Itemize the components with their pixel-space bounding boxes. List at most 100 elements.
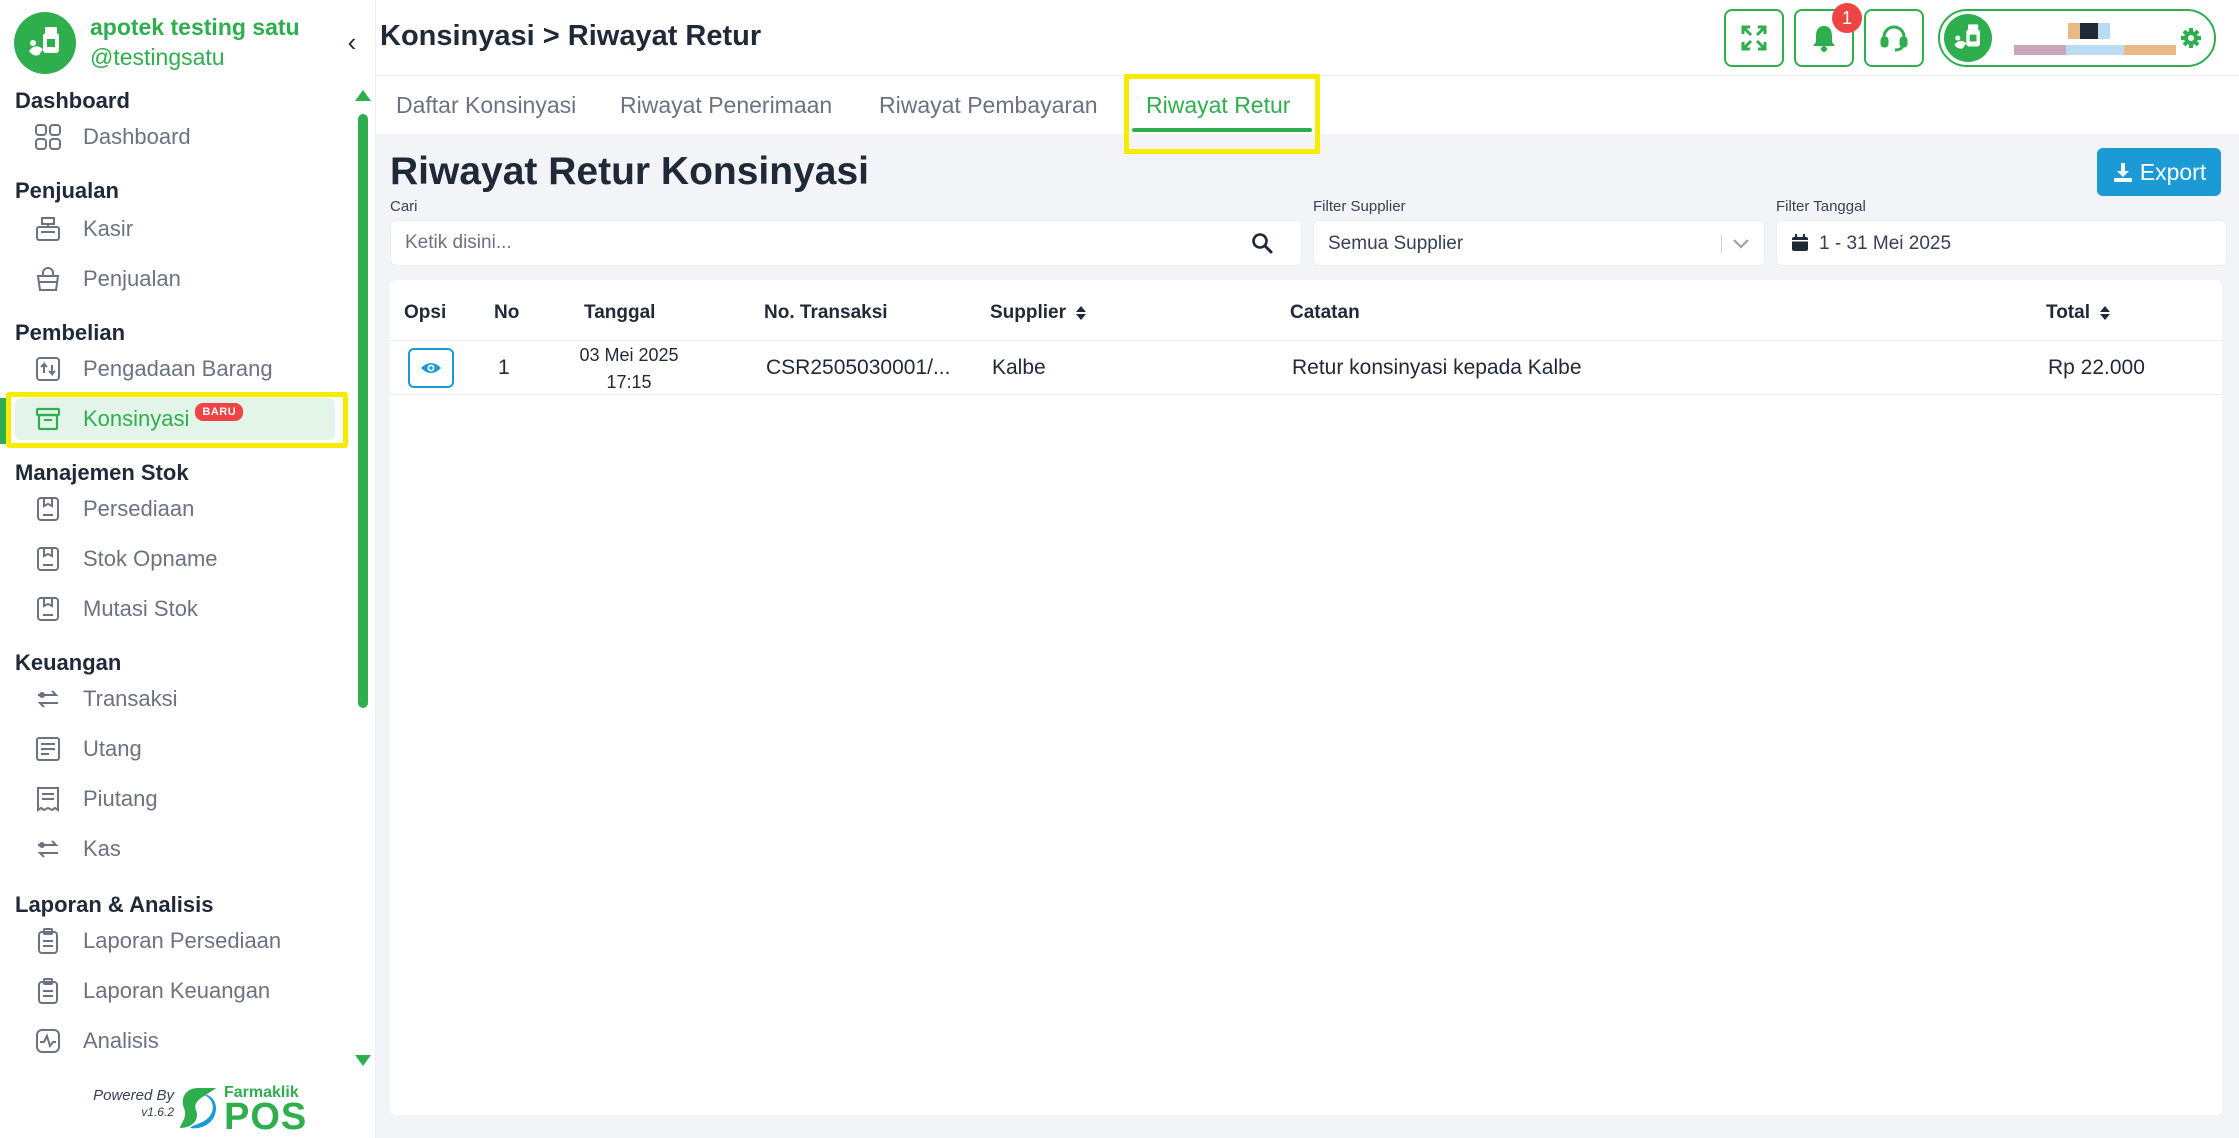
- sort-icon[interactable]: [1076, 306, 1087, 320]
- collapse-sidebar-button[interactable]: ‹: [340, 28, 364, 56]
- section-keuangan: Keuangan: [15, 650, 122, 675]
- store-handle: @testingsatu: [90, 44, 225, 70]
- app-version: v1.6.2: [141, 1105, 174, 1119]
- search-field: [390, 220, 1302, 266]
- cash-register-icon: [33, 214, 63, 244]
- notification-count-badge: 1: [1832, 3, 1862, 33]
- tab-riwayat-penerimaan[interactable]: Riwayat Penerimaan: [620, 92, 832, 119]
- column-header-supplier[interactable]: Supplier: [990, 302, 1087, 324]
- sidebar-item-stok-opname[interactable]: Stok Opname: [15, 538, 335, 580]
- powered-by: Powered By v1.6.2: [74, 1088, 174, 1120]
- view-detail-button[interactable]: [408, 348, 454, 388]
- supplier-filter-label: Filter Supplier: [1313, 198, 1406, 215]
- column-header-catatan: Catatan: [1290, 302, 1360, 323]
- stock-icon: [33, 544, 63, 574]
- sidebar-item-label: Piutang: [83, 786, 158, 811]
- sidebar-item-dashboard[interactable]: Dashboard: [15, 116, 335, 158]
- header-divider: [390, 340, 2222, 341]
- sidebar-item-mutasi-stok[interactable]: Mutasi Stok: [15, 588, 335, 630]
- download-icon: [2113, 163, 2132, 182]
- basket-icon: [33, 264, 63, 294]
- sidebar: apotek testing satu @testingsatu ‹ Dashb…: [0, 0, 376, 1138]
- column-header-no: No: [494, 302, 520, 323]
- sidebar-item-utang[interactable]: Utang: [15, 728, 335, 770]
- sidebar-item-kasir[interactable]: Kasir: [15, 208, 335, 250]
- section-laporan-analisis: Laporan & Analisis: [15, 892, 214, 917]
- pos-wordmark: POS: [224, 1096, 308, 1138]
- row-divider: [390, 394, 2222, 395]
- scroll-up-arrow-icon[interactable]: [355, 90, 371, 101]
- row-date: 03 Mei 2025: [579, 345, 679, 365]
- stock-icon: [33, 594, 63, 624]
- powered-by-label: Powered By: [93, 1087, 174, 1104]
- sidebar-item-label: Utang: [83, 736, 142, 761]
- procurement-icon: [33, 354, 63, 384]
- row-transaction-no[interactable]: CSR2505030001/...: [766, 356, 950, 380]
- sidebar-item-kas[interactable]: Kas: [15, 828, 335, 870]
- section-dashboard: Dashboard: [15, 88, 130, 113]
- row-supplier: Kalbe: [992, 356, 1046, 379]
- tab-daftar-konsinyasi[interactable]: Daftar Konsinyasi: [396, 92, 576, 119]
- sidebar-item-label: Kas: [83, 836, 121, 861]
- bell-icon: [1813, 26, 1835, 52]
- export-button[interactable]: Export: [2097, 148, 2221, 196]
- section-title: Riwayat Retur Konsinyasi: [390, 150, 869, 193]
- sidebar-item-persediaan[interactable]: Persediaan: [15, 488, 335, 530]
- date-filter-input[interactable]: 1 - 31 Mei 2025: [1776, 220, 2227, 266]
- sidebar-item-label: Analisis: [83, 1028, 159, 1053]
- sort-icon[interactable]: [2099, 306, 2110, 320]
- supplier-filter-select[interactable]: Semua Supplier: [1313, 220, 1765, 266]
- avatar: [1944, 14, 1992, 62]
- sidebar-item-pengadaan-barang[interactable]: Pengadaan Barang: [15, 348, 335, 390]
- farmaklik-logo: Farmaklik POS: [176, 1082, 306, 1138]
- sidebar-item-laporan-keuangan[interactable]: Laporan Keuangan: [15, 970, 335, 1012]
- column-header-opsi: Opsi: [404, 302, 447, 323]
- search-input[interactable]: [391, 221, 1301, 265]
- sidebar-item-analisis[interactable]: Analisis: [15, 1020, 335, 1062]
- sidebar-item-label: Laporan Persediaan: [83, 928, 282, 953]
- sidebar-item-label: Laporan Keuangan: [83, 978, 271, 1003]
- search-icon[interactable]: [1251, 232, 1273, 254]
- sidebar-item-label: Dashboard: [83, 124, 191, 149]
- scroll-thumb[interactable]: [358, 114, 368, 708]
- tab-highlight-frame: [1124, 74, 1320, 154]
- profile-menu[interactable]: [1938, 9, 2216, 67]
- support-button[interactable]: [1864, 9, 1924, 67]
- sidebar-item-label: Persediaan: [83, 496, 195, 521]
- sidebar-menu: Dashboard Dashboard Penjualan Kasir Penj…: [0, 86, 346, 1071]
- clipboard-icon: [33, 926, 63, 956]
- calendar-icon: [1792, 234, 1808, 251]
- notifications-button[interactable]: 1: [1794, 3, 1862, 67]
- sidebar-item-piutang[interactable]: Piutang: [15, 778, 335, 820]
- main-content: Daftar Konsinyasi Riwayat Penerimaan Riw…: [376, 74, 2239, 1138]
- page-title: Konsinyasi > Riwayat Retur: [380, 20, 762, 52]
- section-manajemen-stok: Manajemen Stok: [15, 460, 189, 485]
- returns-table: Opsi No Tanggal No. Transaksi Supplier C…: [390, 280, 2222, 1115]
- date-filter-label: Filter Tanggal: [1776, 198, 1866, 215]
- sidebar-item-label: Penjualan: [83, 266, 181, 291]
- date-filter-value: 1 - 31 Mei 2025: [1819, 233, 1952, 254]
- column-header-tanggal: Tanggal: [584, 302, 656, 323]
- sidebar-scrollbar[interactable]: [355, 90, 371, 1070]
- section-pembelian: Pembelian: [15, 320, 126, 345]
- supplier-filter-value: Semua Supplier: [1328, 233, 1464, 254]
- tab-riwayat-pembayaran[interactable]: Riwayat Pembayaran: [879, 92, 1098, 119]
- gear-icon[interactable]: [2180, 27, 2202, 54]
- sidebar-item-transaksi[interactable]: Transaksi: [15, 678, 335, 720]
- clipboard-icon: [33, 976, 63, 1006]
- fullscreen-button[interactable]: [1724, 9, 1784, 67]
- select-divider: [1721, 235, 1722, 253]
- top-header: Konsinyasi > Riwayat Retur 1: [376, 0, 2239, 76]
- scroll-down-arrow-icon[interactable]: [355, 1055, 371, 1066]
- stock-icon: [33, 494, 63, 524]
- document-list-icon: [33, 734, 63, 764]
- transfer-icon: [33, 834, 63, 864]
- column-header-total[interactable]: Total: [2046, 302, 2110, 324]
- sidebar-item-laporan-persediaan[interactable]: Laporan Persediaan: [15, 920, 335, 962]
- row-total: Rp 22.000: [2048, 356, 2145, 379]
- tab-bar: Daftar Konsinyasi Riwayat Penerimaan Riw…: [376, 74, 2239, 154]
- sidebar-item-penjualan[interactable]: Penjualan: [15, 258, 335, 300]
- transfer-icon: [33, 684, 63, 714]
- store-name: apotek testing satu: [90, 14, 300, 40]
- sidebar-item-label: Pengadaan Barang: [83, 356, 273, 381]
